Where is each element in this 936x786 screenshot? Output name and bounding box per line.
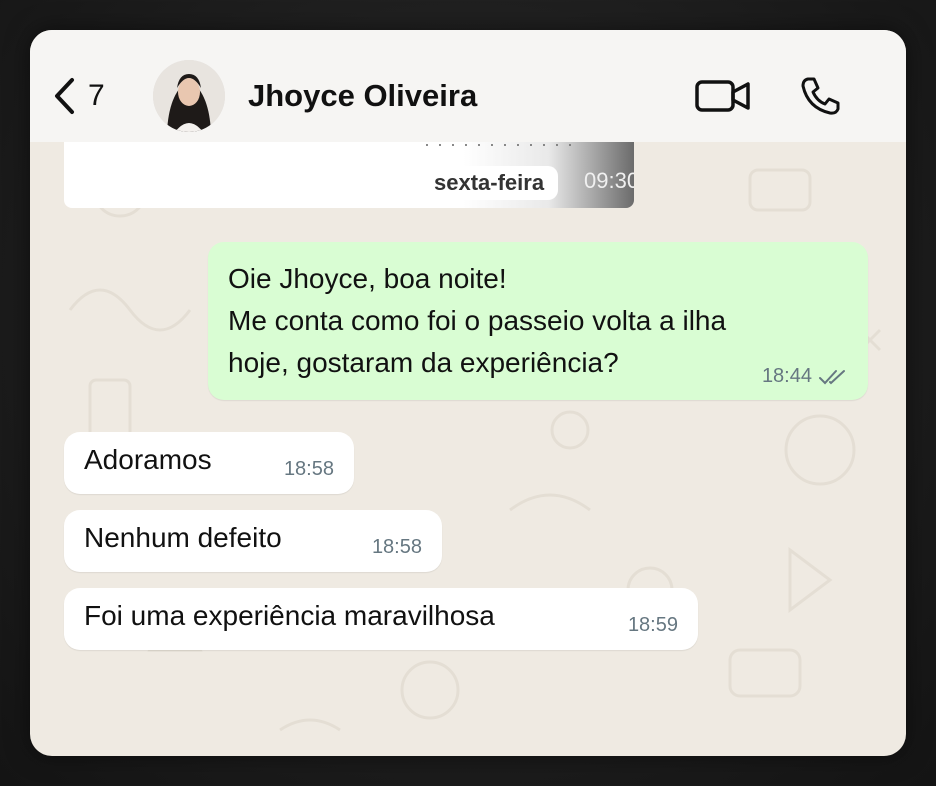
chat-header: 7 Jhoyce Oliveira: [30, 30, 906, 142]
date-separator: sexta-feira: [420, 166, 559, 200]
chat-window: 7 Jhoyce Oliveira · · · · · · · · · · · …: [30, 30, 906, 756]
screenshot-frame: 7 Jhoyce Oliveira · · · · · · · · · · · …: [0, 0, 936, 786]
previous-message-fragment: · · · · · · · · · · · · 09:30 sexta-feir…: [64, 142, 634, 208]
faded-text: · · · · · · · · · · · ·: [424, 142, 574, 154]
incoming-message-bubble[interactable]: Nenhum defeito 18:58: [64, 510, 442, 572]
message-time: 18:58: [283, 458, 334, 480]
message-meta: 18:44: [762, 365, 848, 388]
double-check-icon: [819, 369, 845, 384]
contact-name[interactable]: Jhoyce Oliveira: [248, 78, 477, 114]
outgoing-message-bubble[interactable]: Oie Jhoyce, boa noite! Me conta como foi…: [208, 242, 868, 400]
message-line: Me conta como foi o passeio volta a ilha: [228, 305, 727, 336]
incoming-message-bubble[interactable]: Foi uma experiência maravilhosa 18:59: [64, 588, 698, 650]
avatar[interactable]: [153, 60, 225, 132]
unread-count: 7: [88, 79, 105, 112]
faded-time: 09:30: [584, 168, 634, 193]
message-text: Nenhum defeito: [84, 522, 282, 553]
avatar-photo: [153, 60, 225, 132]
chevron-left-icon: [55, 78, 74, 114]
message-time: 18:44: [761, 365, 812, 387]
message-time: 18:59: [627, 614, 678, 636]
message-text: Adoramos: [84, 444, 212, 475]
incoming-message-bubble[interactable]: Adoramos 18:58: [64, 432, 354, 494]
video-camera-icon[interactable]: [694, 76, 752, 116]
message-time: 18:58: [371, 536, 422, 558]
message-text: Foi uma experiência maravilhosa: [84, 600, 495, 631]
phone-icon[interactable]: [798, 74, 842, 118]
message-line: Oie Jhoyce, boa noite!: [228, 263, 507, 294]
back-button[interactable]: 7: [52, 76, 105, 116]
